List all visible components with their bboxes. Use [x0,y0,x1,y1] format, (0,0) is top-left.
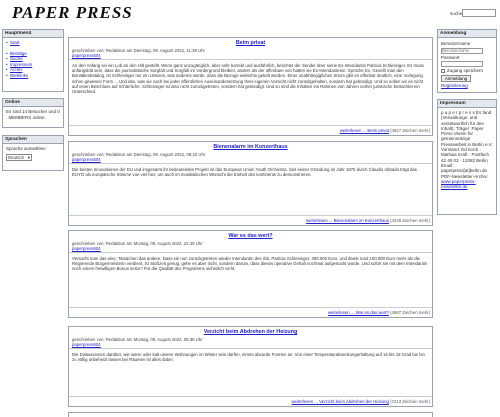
article-text: Die Diskussionen darüber, wie warm oder … [69,348,432,365]
article-4: Verzicht beim Abdrehen der Heizung gesch… [68,326,433,407]
article-1: Beim privat geschrieben von: Redaktion a… [68,37,433,136]
password-input[interactable] [441,61,483,67]
article-5-partial [68,412,433,417]
main-menu-list: Start Beiträge Suche Impressum Archiv We… [6,40,60,78]
search-input[interactable] [462,9,496,17]
read-more-link[interactable]: weiterlesen ... Bienenalarm im Konzertha… [306,218,389,223]
impressum-box: Impressum p a p e r p r e s s Es fand (V… [437,99,497,215]
read-more-link[interactable]: weiterlesen ... War es das wert? [328,310,389,315]
article-text: Die besten Innovationen der EU und insge… [69,163,432,180]
impressum-title: Impressum [438,100,496,108]
impressum-text: p a p e r p r e s s Es fand (Verwaltungs… [441,110,493,179]
article-text: Versucht man das eine, Tatsachen das and… [69,252,432,275]
password-label: Passwort [441,54,460,60]
menu-item-start[interactable]: Start [10,40,20,45]
language-label: Sprache auswählen: [6,146,47,151]
chevron-down-icon: ▾ [27,154,30,160]
online-text: Es sind 14 Besucher und 0 . MEMBERS onli… [6,109,60,120]
menu-item-beitraege[interactable]: Beiträge [10,51,27,56]
article-source-link[interactable]: paperpress604 [72,53,101,58]
article-footer: weiterlesen ... Verzicht beim Abdrehen d… [291,399,430,404]
article-divider [69,307,432,308]
remember-label: Zugang speichern [447,68,484,73]
article-footer: weiterlesen ... Bienenalarm im Konzertha… [306,218,430,223]
article-text: An den Anfang sei ein Lob an den Hilt ge… [69,59,432,97]
article-divider [69,396,432,397]
menu-item-weblinks[interactable]: Weblinks [10,73,28,78]
article-title[interactable]: War es das wert? [228,233,272,239]
impressum-link[interactable]: www.paperpress-newsletter.de [441,179,476,189]
article-divider [69,215,432,216]
language-box: Sprachen Sprache auswählen: Deutsch ▾ [2,135,64,171]
article-footer: weiterlesen ... Beim privat (4927 Zeiche… [340,128,430,133]
article-source-link[interactable]: paperpress604 [72,342,101,347]
username-input[interactable] [441,47,483,54]
char-count: (4349 Zeichen mehr) [390,218,430,223]
read-more-link[interactable]: weiterlesen ... Verzicht beim Abdrehen d… [291,399,388,404]
site-logo[interactable]: PAPER PRESS [12,3,133,23]
article-title[interactable]: Bienenalarm im Konzerthaus [213,144,287,150]
main-menu-title: Hauptmenü [3,30,63,38]
article-title[interactable]: Beim privat [236,40,265,46]
remember-checkbox[interactable] [441,68,445,73]
article-divider [69,125,432,126]
article-3: War es das wert? geschrieben von: Redakt… [68,230,433,318]
char-count: (4927 Zeichen mehr) [390,128,430,133]
username-label: Benutzername [441,41,471,46]
article-footer: weiterlesen ... War es das wert? (4987 Z… [328,310,430,315]
main-menu-box: Hauptmenü Start Beiträge Suche Impressum… [2,29,64,92]
menu-item-impressum[interactable]: Impressum [10,62,32,67]
online-box: Online Es sind 14 Besucher und 0 . MEMBE… [2,98,64,128]
menu-item-archiv[interactable]: Archiv [10,67,23,72]
article-2: Bienenalarm im Konzerthaus geschrieben v… [68,141,433,226]
article-source-link[interactable]: paperpress604 [72,246,101,251]
menu-item-suche[interactable]: Suche [10,56,23,61]
register-link[interactable]: Registrierung [441,83,468,88]
language-selected: Deutsch [8,154,25,160]
read-more-link[interactable]: weiterlesen ... Beim privat [340,128,389,133]
header: PAPER PRESS suchen: [0,0,500,26]
language-select[interactable]: Deutsch ▾ [6,153,32,161]
char-count: (7413 Zeichen mehr) [390,399,430,404]
login-title: Anmeldung [438,30,496,38]
article-title[interactable]: Verzicht beim Abdrehen der Heizung [204,329,298,335]
language-title: Sprachen [3,136,63,144]
login-box: Anmeldung Benutzername Passwort Zugang s… [437,29,497,93]
char-count: (4987 Zeichen mehr) [390,310,430,315]
article-source-link[interactable]: paperpress604 [72,157,101,162]
login-button[interactable]: Anmeldung [441,74,471,82]
online-title: Online [3,99,63,107]
